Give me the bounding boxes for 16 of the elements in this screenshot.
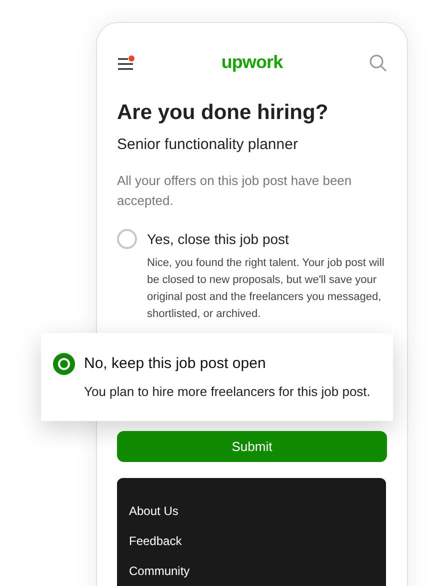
option-description: Nice, you found the right talent. Your job post will be closed to new proposals, but we'll save your original post and the freelancers you messaged, shortlisted, or archived. xyxy=(146,256,386,322)
job-title: Senior functionality planner xyxy=(117,135,299,156)
option-label: Yes, close this job post xyxy=(147,230,289,249)
footer-link[interactable]: Community xyxy=(129,562,374,580)
footer-link[interactable]: Feedback xyxy=(129,532,374,550)
footer-link[interactable]: About Us xyxy=(129,502,374,520)
intro-text: All your offers on this job post have been accepted. xyxy=(117,172,353,210)
page-title: Are you done hiring? xyxy=(117,100,330,126)
submit-button[interactable]: Submit xyxy=(117,431,387,462)
option-label: No, keep this job post open xyxy=(84,354,266,374)
option-description: You plan to hire more freelancers for this job post. xyxy=(83,383,372,402)
radio-button[interactable] xyxy=(117,229,137,250)
menu-icon[interactable] xyxy=(117,54,135,70)
radio-button[interactable] xyxy=(53,353,75,375)
option-card[interactable]: No, keep this job post open You plan to hire more freelancers for this job post. xyxy=(41,332,393,422)
search-icon[interactable] xyxy=(369,54,387,72)
